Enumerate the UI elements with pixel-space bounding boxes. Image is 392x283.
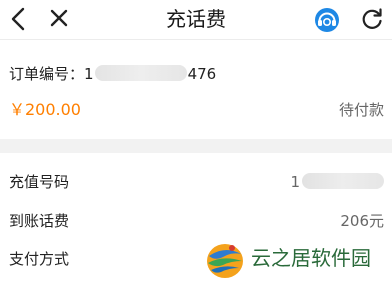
recharge-number-row: 充值号码 1 [9,169,384,195]
order-number-label: 订单编号： [9,65,85,83]
payment-method-label: 支付方式 [9,250,70,268]
order-number-prefix: 1 [84,65,94,83]
order-summary-card: 订单编号：1 476 ￥200.00 待付款 [0,41,392,139]
recharge-number-prefix: 1 [290,173,300,191]
recharge-number-value: 1 [290,169,384,195]
order-number-row: 订单编号：1 476 [9,62,216,86]
order-amount: ￥200.00 [9,100,81,119]
payment-method-row[interactable]: 支付方式 [9,246,384,272]
chevron-left-icon [11,7,25,31]
refresh-icon [362,8,382,29]
order-number-redacted [94,65,187,81]
order-details-card: 充值号码 1 到账话费 206元 支付方式 [0,153,392,283]
order-status: 待付款 [338,101,384,119]
navigation-bar: 充话费 [0,0,392,40]
credit-amount-value: 206元 [340,212,384,230]
recharge-number-redacted [302,173,384,189]
customer-service-icon [315,8,339,32]
recharge-number-label: 充值号码 [9,173,70,191]
credit-amount-row: 到账话费 206元 [9,208,384,234]
section-divider [0,139,392,153]
back-button[interactable] [4,2,36,36]
close-icon [50,9,68,27]
customer-service-button[interactable] [313,6,341,34]
order-number-suffix: 476 [187,65,217,83]
credit-amount-label: 到账话费 [9,212,70,230]
refresh-button[interactable] [357,4,387,34]
close-button[interactable] [42,2,76,36]
